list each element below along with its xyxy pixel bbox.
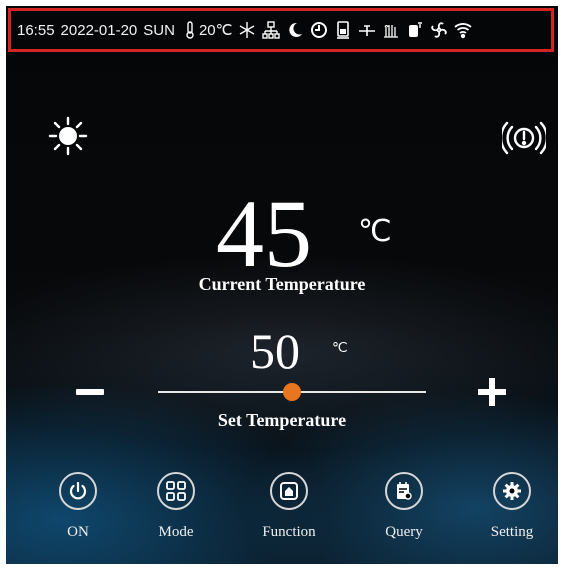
home-icon bbox=[270, 472, 308, 510]
network-icon bbox=[262, 20, 281, 40]
increase-temperature-button[interactable] bbox=[478, 378, 506, 406]
mode-button[interactable]: Mode bbox=[136, 472, 216, 541]
status-bar: 16:55 2022-01-20 SUN 20℃ bbox=[8, 8, 554, 52]
night-mode-icon bbox=[286, 20, 304, 40]
set-temperature-value: 50 bbox=[250, 323, 300, 379]
query-button-label: Query bbox=[385, 524, 423, 540]
valve-icon bbox=[358, 20, 376, 40]
query-button[interactable]: Query bbox=[364, 472, 444, 541]
grid-icon bbox=[157, 472, 195, 510]
screen: 16:55 2022-01-20 SUN 20℃ 45 ℃ Current Te… bbox=[6, 6, 558, 564]
fan-icon bbox=[430, 20, 448, 40]
tank-icon bbox=[334, 20, 352, 40]
status-time: 16:55 bbox=[17, 21, 55, 39]
on-button[interactable]: ON bbox=[38, 472, 118, 541]
status-weekday: SUN bbox=[143, 21, 175, 39]
status-ambient-temp: 20℃ bbox=[198, 22, 233, 39]
function-button[interactable]: Function bbox=[249, 472, 329, 541]
defrost-icon bbox=[238, 20, 256, 40]
minus-icon bbox=[76, 389, 104, 395]
current-temperature-label: Current Temperature bbox=[198, 274, 366, 294]
power-icon bbox=[59, 472, 97, 510]
mode-button-label: Mode bbox=[158, 524, 194, 540]
gear-icon bbox=[493, 472, 531, 510]
set-temperature-label: Set Temperature bbox=[217, 410, 347, 430]
heater-icon bbox=[382, 20, 400, 40]
function-button-label: Function bbox=[262, 524, 316, 540]
on-button-label: ON bbox=[67, 524, 89, 540]
current-temperature-unit: ℃ bbox=[358, 215, 392, 248]
wifi-icon bbox=[454, 20, 473, 40]
timer-icon bbox=[310, 20, 328, 40]
sun-icon[interactable] bbox=[46, 114, 90, 158]
setting-button[interactable]: Setting bbox=[472, 472, 552, 541]
thermometer-icon bbox=[181, 20, 199, 40]
current-temperature: 45 bbox=[6, 186, 558, 282]
calendar-search-icon bbox=[385, 472, 423, 510]
alarm-icon[interactable] bbox=[499, 118, 549, 158]
current-temperature-value: 45 bbox=[216, 180, 312, 287]
temperature-slider-handle[interactable] bbox=[283, 383, 301, 401]
set-temperature-unit: ℃ bbox=[332, 341, 348, 356]
compressor-icon bbox=[406, 20, 424, 40]
status-date: 2022-01-20 bbox=[60, 21, 138, 39]
setting-button-label: Setting bbox=[490, 524, 534, 540]
